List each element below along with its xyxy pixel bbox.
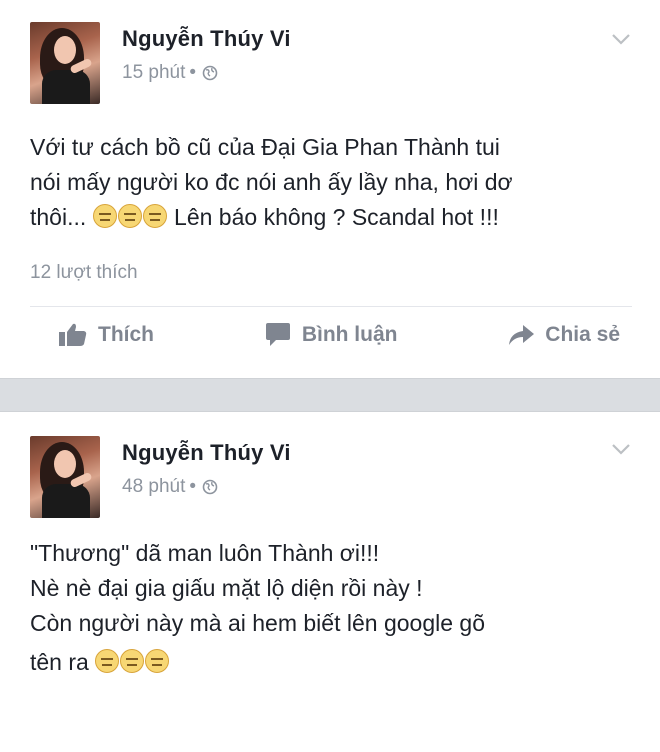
post-text: "Thương" dã man luôn Thành ơi!!! Nè nè đ…: [30, 536, 640, 680]
like-button[interactable]: Thích: [58, 322, 154, 348]
post-text-line: Với tư cách bồ cũ của Đại Gia Phan Thành…: [30, 134, 500, 160]
thumbs-up-icon: [59, 323, 87, 346]
post-text-line: Còn người này mà ai hem biết lên google …: [30, 610, 485, 636]
neutral-face-emoji: [142, 204, 167, 228]
post-text-line-last: thôi... Lên báo không ? Scandal hot !!!: [30, 200, 640, 235]
meta-separator: •: [189, 476, 197, 497]
post-text-line: "Thương" dã man luôn Thành ơi!!!: [30, 540, 380, 566]
like-count[interactable]: 12 lượt thích: [30, 262, 138, 284]
post-text-line: nói mấy người ko đc nói anh ấy lầy nha, …: [30, 169, 513, 195]
author-name[interactable]: Nguyễn Thúy Vi: [122, 440, 291, 466]
post-text-line-last: tên ra: [30, 645, 640, 680]
post-1: Nguyễn Thúy Vi 15 phút • Với tư cách bồ …: [0, 0, 660, 378]
timestamp-line: 15 phút •: [122, 62, 291, 84]
neutral-face-emoji: [145, 649, 170, 673]
comment-icon: [265, 323, 290, 346]
post-text-segment: thôi...: [30, 204, 87, 230]
globe-icon: [202, 479, 218, 495]
share-arrow-icon: [509, 325, 535, 345]
like-label: Thích: [98, 323, 154, 346]
post-header: Nguyễn Thúy Vi 48 phút •: [30, 436, 291, 518]
post-header: Nguyễn Thúy Vi 15 phút •: [30, 22, 291, 104]
timestamp[interactable]: 15 phút: [122, 62, 185, 84]
timestamp[interactable]: 48 phút: [122, 476, 185, 498]
chevron-down-icon[interactable]: [610, 32, 632, 46]
action-bar: Thích Bình luận Chia sẻ: [58, 322, 620, 348]
avatar[interactable]: [30, 436, 100, 518]
post-2: Nguyễn Thúy Vi 48 phút • "Thương" dã man…: [0, 412, 660, 752]
avatar[interactable]: [30, 22, 100, 104]
post-text-segment: tên ra: [30, 649, 89, 675]
share-label: Chia sẻ: [545, 323, 620, 346]
comment-label: Bình luận: [301, 323, 398, 346]
divider: [30, 306, 632, 307]
chevron-down-icon[interactable]: [610, 442, 632, 456]
neutral-face-emoji: [92, 204, 117, 228]
share-button[interactable]: Chia sẻ: [507, 322, 620, 348]
neutral-face-emoji: [95, 649, 120, 673]
post-text-line: Nè nè đại gia giấu mặt lộ diện rồi này !: [30, 575, 423, 601]
post-text: Với tư cách bồ cũ của Đại Gia Phan Thành…: [30, 130, 640, 235]
timestamp-line: 48 phút •: [122, 476, 291, 498]
neutral-face-emoji: [117, 204, 142, 228]
globe-icon: [202, 65, 218, 81]
post-meta: Nguyễn Thúy Vi 48 phút •: [122, 440, 291, 498]
author-name[interactable]: Nguyễn Thúy Vi: [122, 26, 291, 52]
post-meta: Nguyễn Thúy Vi 15 phút •: [122, 26, 291, 84]
meta-separator: •: [189, 62, 197, 83]
post-text-segment: Lên báo không ? Scandal hot !!!: [167, 204, 499, 230]
comment-button[interactable]: Bình luận: [264, 322, 398, 348]
neutral-face-emoji: [120, 649, 145, 673]
feed-separator: [0, 378, 660, 412]
